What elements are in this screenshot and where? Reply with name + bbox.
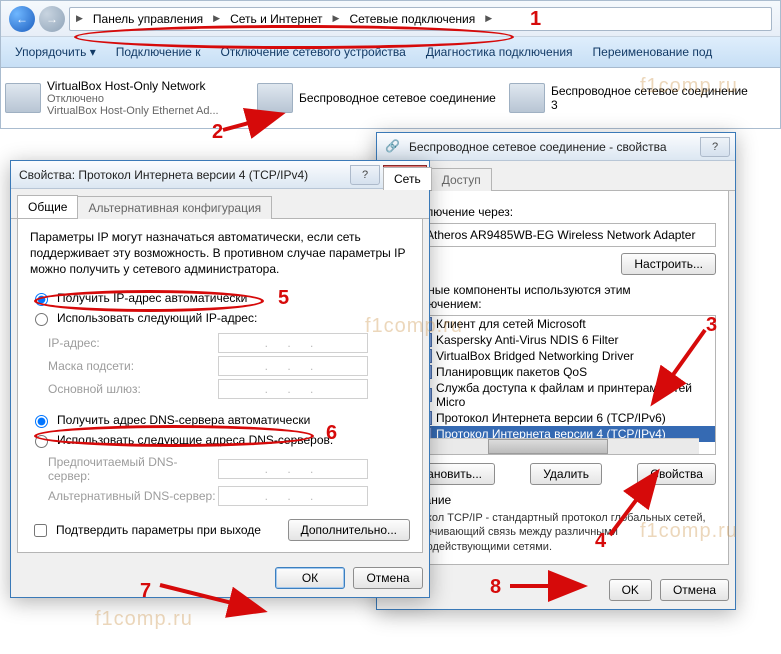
disable-device-button[interactable]: Отключение сетевого устройства <box>216 43 409 61</box>
components-list[interactable]: ✓Клиент для сетей Microsoft ✓Kaspersky A… <box>396 315 716 455</box>
titlebar[interactable]: 🔗 Беспроводное сетевое соединение - свой… <box>377 133 735 161</box>
tabs: Сеть Доступ <box>377 161 735 191</box>
cancel-button[interactable]: Отмена <box>353 567 423 589</box>
nav-bar: ← → ▶ Панель управления ▶ Сеть и Интерне… <box>1 1 780 37</box>
connection-name: Беспроводное сетевое соединение <box>299 91 496 105</box>
list-item[interactable]: ✓Планировщик пакетов QoS <box>397 364 715 380</box>
connection-adapter: VirtualBox Host-Only Ethernet Ad... <box>47 105 219 117</box>
preferred-dns-input: . . . <box>218 459 368 479</box>
breadcrumb[interactable]: ▶ Панель управления ▶ Сеть и Интернет ▶ … <box>69 7 772 31</box>
explorer-window: ← → ▶ Панель управления ▶ Сеть и Интерне… <box>0 0 781 129</box>
tab-alternative[interactable]: Альтернативная конфигурация <box>77 196 272 219</box>
list-item[interactable]: ✓Протокол Интернета версии 6 (TCP/IPv6) <box>397 410 715 426</box>
dialog-title: Беспроводное сетевое соединение - свойст… <box>409 140 667 154</box>
breadcrumb-control-panel[interactable]: Панель управления <box>87 10 209 28</box>
ip-address-label: IP-адрес: <box>48 336 218 350</box>
connect-via-label: Отключение через: <box>396 201 716 223</box>
forward-button[interactable]: → <box>39 6 65 32</box>
tabs: Общие Альтернативная конфигурация <box>11 189 429 219</box>
ok-button[interactable]: ОК <box>275 567 345 589</box>
alternate-dns-input: . . . <box>218 486 368 506</box>
connection-item[interactable]: Беспроводное сетевое соединение <box>257 74 497 122</box>
dialog-title: Свойства: Протокол Интернета версии 4 (T… <box>19 168 308 182</box>
network-icon: 🔗 <box>385 139 401 155</box>
radio-input[interactable] <box>35 313 48 326</box>
radio-ip-manual[interactable]: Использовать следующий IP-адрес: <box>30 308 410 328</box>
organize-menu[interactable]: Упорядочить ▾ <box>11 43 100 61</box>
chevron-icon: ▶ <box>74 13 85 24</box>
breadcrumb-network-internet[interactable]: Сеть и Интернет <box>224 10 328 28</box>
chevron-icon: ▶ <box>211 13 222 24</box>
radio-dns-auto[interactable]: Получить адрес DNS-сервера автоматически <box>30 410 410 430</box>
connection-item[interactable]: VirtualBox Host-Only Network Отключено V… <box>5 74 245 122</box>
wireless-properties-dialog: 🔗 Беспроводное сетевое соединение - свой… <box>376 132 736 610</box>
preferred-dns-label: Предпочитаемый DNS-сервер: <box>48 455 218 483</box>
ip-address-input: . . . <box>218 333 368 353</box>
description-text: Параметры IP могут назначаться автоматич… <box>30 229 410 278</box>
description-text: Протокол TCP/IP - стандартный протокол г… <box>396 511 716 554</box>
subnet-mask-input: . . . <box>218 356 368 376</box>
chevron-icon: ▶ <box>483 13 494 24</box>
tab-general[interactable]: Общие <box>17 195 78 218</box>
list-item[interactable]: ✓Служба доступа к файлам и принтерам сет… <box>397 380 715 410</box>
radio-dns-manual[interactable]: Использовать следующие адреса DNS-сервер… <box>30 430 410 450</box>
gateway-label: Основной шлюз: <box>48 382 218 396</box>
arrow-right-icon: → <box>46 12 58 26</box>
components-label: чеченные компоненты используются этим по… <box>396 283 716 311</box>
alternate-dns-label: Альтернативный DNS-сервер: <box>48 489 218 503</box>
scrollbar-thumb[interactable] <box>488 439 609 454</box>
configure-button[interactable]: Настроить... <box>621 253 716 275</box>
help-button[interactable]: ? <box>350 165 380 185</box>
list-item[interactable]: ✓VirtualBox Bridged Networking Driver <box>397 348 715 364</box>
network-adapter-icon <box>5 83 41 113</box>
rename-button[interactable]: Переименование под <box>589 43 717 61</box>
ok-button[interactable]: OK <box>609 579 652 601</box>
radio-input[interactable] <box>35 435 48 448</box>
radio-input[interactable] <box>35 293 48 306</box>
network-adapter-icon <box>257 83 293 113</box>
advanced-button[interactable]: Дополнительно... <box>288 519 410 541</box>
tab-body: Отключение через: Atheros AR9485WB-EG Wi… <box>383 191 729 565</box>
help-button[interactable]: ? <box>700 137 730 157</box>
radio-ip-auto[interactable]: Получить IP-адрес автоматически <box>30 288 410 308</box>
tab-network[interactable]: Сеть <box>383 167 432 190</box>
list-item[interactable]: ✓Клиент для сетей Microsoft <box>397 316 715 332</box>
connection-name: VirtualBox Host-Only Network <box>47 79 219 93</box>
description-label: Описание <box>396 493 716 507</box>
checkbox-input[interactable] <box>34 524 47 537</box>
radio-input[interactable] <box>35 415 48 428</box>
adapter-name: Atheros AR9485WB-EG Wireless Network Ada… <box>426 228 695 242</box>
list-item[interactable]: ✓Kaspersky Anti-Virus NDIS 6 Filter <box>397 332 715 348</box>
tab-body: Параметры IP могут назначаться автоматич… <box>17 219 423 553</box>
diagnostics-button[interactable]: Диагностика подключения <box>422 43 577 61</box>
titlebar[interactable]: Свойства: Протокол Интернета версии 4 (T… <box>11 161 429 189</box>
gateway-input: . . . <box>218 379 368 399</box>
subnet-mask-label: Маска подсети: <box>48 359 218 373</box>
remove-button[interactable]: Удалить <box>530 463 602 485</box>
network-adapter-icon <box>509 83 545 113</box>
ipv4-properties-dialog: Свойства: Протокол Интернета версии 4 (T… <box>10 160 430 598</box>
connection-item[interactable]: Беспроводное сетевое соединение 3 <box>509 74 749 122</box>
adapter-display: Atheros AR9485WB-EG Wireless Network Ada… <box>396 223 716 247</box>
back-button[interactable]: ← <box>9 6 35 32</box>
connect-to-button[interactable]: Подключение к <box>112 43 205 61</box>
arrow-left-icon: ← <box>16 12 28 26</box>
watermark: f1comp.ru <box>95 608 193 631</box>
connections-area: VirtualBox Host-Only Network Отключено V… <box>1 68 780 128</box>
cancel-button[interactable]: Отмена <box>660 579 729 601</box>
connection-status: Отключено <box>47 93 219 105</box>
confirm-on-exit-checkbox[interactable]: Подтвердить параметры при выходе <box>30 519 261 542</box>
chevron-icon: ▶ <box>331 13 342 24</box>
properties-button[interactable]: Свойства <box>637 463 716 485</box>
horizontal-scrollbar[interactable] <box>397 438 699 454</box>
breadcrumb-network-connections[interactable]: Сетевые подключения <box>343 10 481 28</box>
tab-access[interactable]: Доступ <box>431 168 492 191</box>
connection-name: Беспроводное сетевое соединение 3 <box>551 84 749 112</box>
toolbar: Упорядочить ▾ Подключение к Отключение с… <box>1 37 780 68</box>
